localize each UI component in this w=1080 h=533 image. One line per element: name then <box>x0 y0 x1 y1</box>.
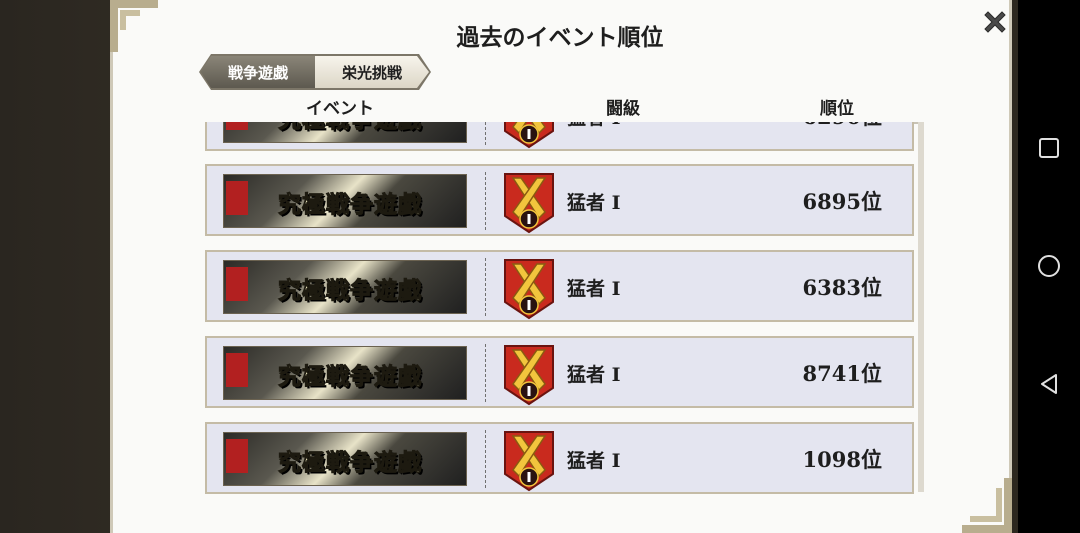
event-banner: 究極戦争遊戯 <box>223 260 467 314</box>
list-item[interactable]: 究極戦争遊戯 猛者 I 8741位 <box>205 336 914 408</box>
event-banner-text: 究極戦争遊戯 <box>278 191 422 219</box>
grade-label: 猛者 I <box>567 192 621 214</box>
circle-icon <box>1038 255 1060 277</box>
list-item[interactable]: 究極戦争遊戯 猛者 I 6383位 <box>205 250 914 322</box>
grade-label: 猛者 I <box>567 450 621 472</box>
banner-badge <box>226 353 248 387</box>
banner-badge <box>226 122 248 130</box>
back-button[interactable] <box>1031 366 1067 402</box>
crossed-swords-icon <box>504 122 554 148</box>
event-banner: 究極戦争遊戯 <box>223 122 467 143</box>
square-icon <box>1039 138 1059 158</box>
crossed-swords-icon <box>504 345 554 405</box>
recent-apps-button[interactable] <box>1031 130 1067 166</box>
list-item[interactable]: 究極戦争遊戯 猛者 I 6895位 <box>205 164 914 236</box>
triangle-back-icon <box>1041 374 1057 394</box>
corner-ornament-bottom-right <box>962 478 1012 533</box>
grade-label: 猛者 I <box>567 364 621 386</box>
crossed-swords-icon <box>504 173 554 233</box>
rank-value: 6895位 <box>802 189 882 214</box>
list-scrollbar[interactable] <box>918 122 924 492</box>
tab-war-game[interactable]: 戦争遊戯 <box>201 56 315 88</box>
column-header-rank: 順位 <box>820 99 854 119</box>
column-divider <box>485 172 486 230</box>
event-banner: 究極戦争遊戯 <box>223 174 467 228</box>
rank-value: 1098位 <box>802 447 882 472</box>
event-history-list[interactable]: 究極戦争遊戯 猛者 I 6290位 究極戦争遊戯 猛者 I 6895位 究極戦争… <box>200 122 925 496</box>
grade-label: 猛者 I <box>567 122 621 130</box>
list-item[interactable]: 究極戦争遊戯 猛者 I 1098位 <box>205 422 914 494</box>
rank-value: 8741位 <box>802 361 882 386</box>
tab-glory-challenge[interactable]: 栄光挑戦 <box>315 56 429 88</box>
column-divider <box>485 258 486 316</box>
rank-value: 6290位 <box>747 122 882 131</box>
banner-badge <box>226 267 248 301</box>
list-item[interactable]: 究極戦争遊戯 猛者 I 6290位 <box>205 122 914 151</box>
event-banner-text: 究極戦争遊戯 <box>278 363 422 391</box>
banner-badge <box>226 439 248 473</box>
column-divider <box>485 122 486 145</box>
crossed-swords-icon <box>504 431 554 491</box>
banner-badge <box>226 181 248 215</box>
column-header-grade: 闘級 <box>606 99 640 119</box>
event-banner: 究極戦争遊戯 <box>223 346 467 400</box>
column-divider <box>485 430 486 488</box>
event-banner: 究極戦争遊戯 <box>223 432 467 486</box>
home-button[interactable] <box>1031 248 1067 284</box>
column-divider <box>485 344 486 402</box>
crossed-swords-icon <box>504 259 554 319</box>
rank-value: 6383位 <box>802 275 882 300</box>
close-icon <box>984 11 1006 33</box>
grade-label: 猛者 I <box>567 278 621 300</box>
close-button[interactable] <box>980 7 1010 37</box>
event-banner-text: 究極戦争遊戯 <box>278 449 422 477</box>
event-banner-text: 究極戦争遊戯 <box>278 277 422 305</box>
column-header-event: イベント <box>306 99 374 119</box>
dialog-title: 過去のイベント順位 <box>456 25 664 51</box>
event-banner-text: 究極戦争遊戯 <box>260 122 440 136</box>
